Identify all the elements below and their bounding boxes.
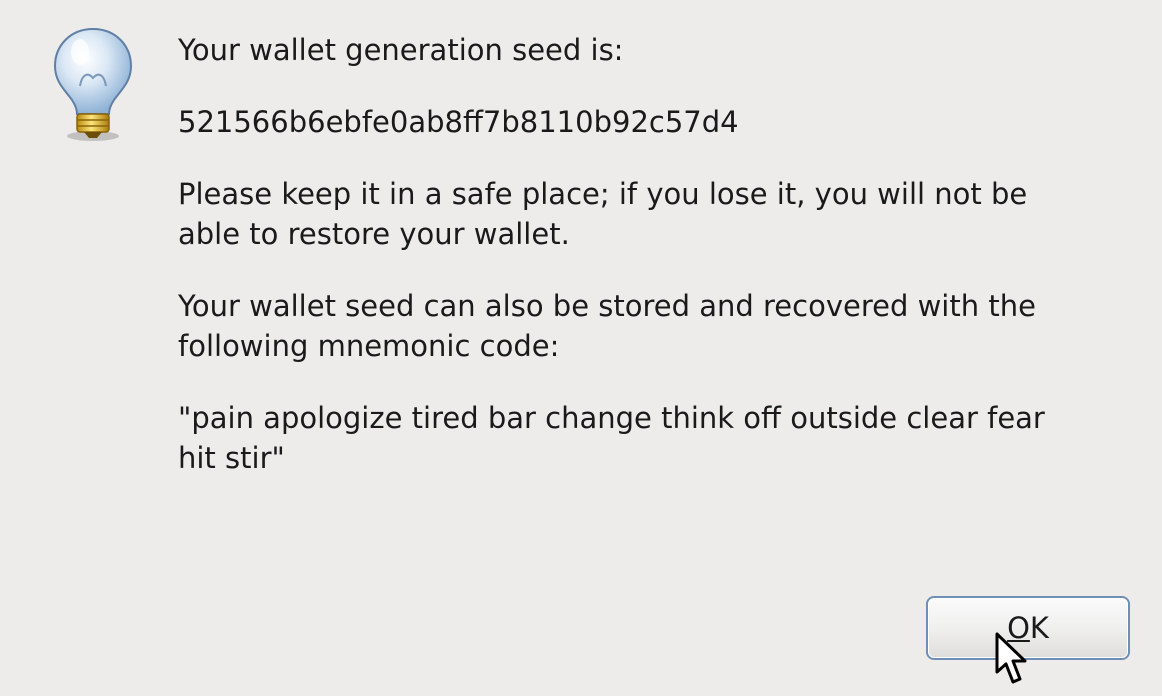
dialog-message: Your wallet generation seed is: 521566b6…	[178, 30, 1138, 478]
mnemonic-code-line-1: "pain apologize tired bar change think o…	[178, 401, 1045, 435]
ok-mnemonic-letter: O	[1007, 611, 1030, 645]
ok-button-label: OK	[1007, 611, 1049, 645]
warning-text-line-2: able to restore your wallet.	[178, 217, 570, 251]
ok-label-rest: K	[1029, 611, 1049, 645]
ok-button[interactable]: OK	[926, 596, 1130, 660]
warning-text-line-1: Please keep it in a safe place; if you l…	[178, 177, 1028, 211]
mnemonic-intro-line-1: Your wallet seed can also be stored and …	[178, 289, 1036, 323]
seed-dialog: Your wallet generation seed is: 521566b6…	[0, 0, 1162, 696]
mnemonic-code-line-2: hit stir"	[178, 441, 285, 475]
mnemonic-intro-line-2: following mnemonic code:	[178, 329, 560, 363]
seed-heading: Your wallet generation seed is:	[178, 33, 624, 67]
lightbulb-icon	[53, 27, 133, 141]
seed-value: 521566b6ebfe0ab8ff7b8110b92c57d4	[178, 105, 739, 139]
